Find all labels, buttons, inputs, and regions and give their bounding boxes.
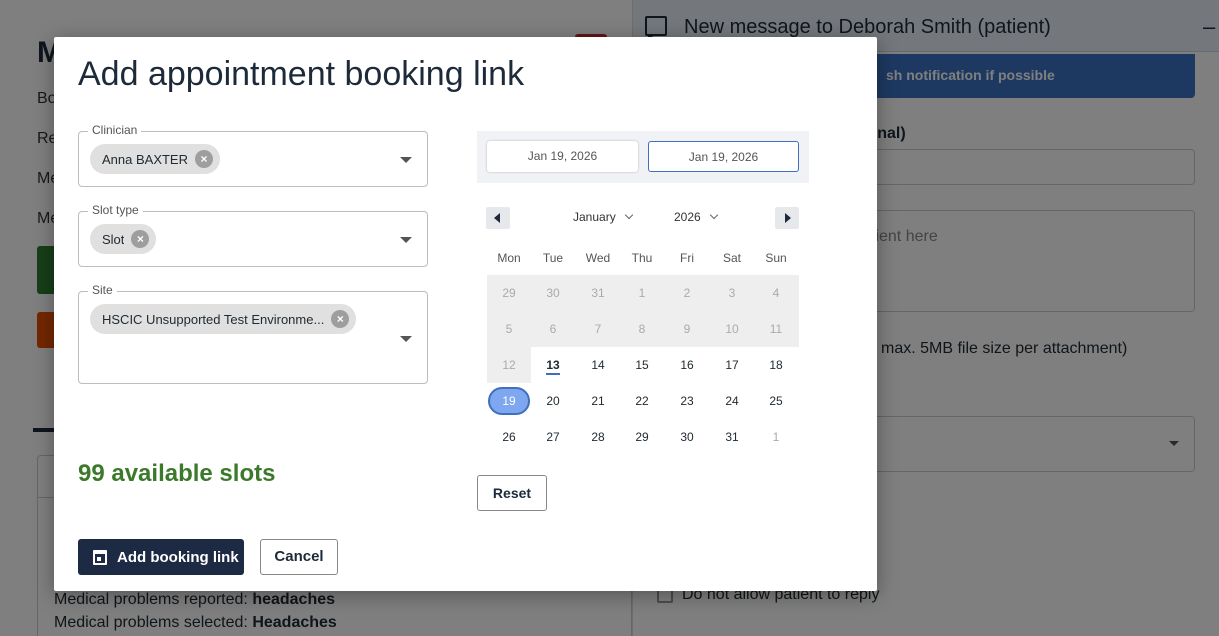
add-booking-link-button[interactable]: Add booking link [78, 539, 244, 575]
calendar-day[interactable]: 30 [665, 419, 709, 455]
weekday-sun: Sun [765, 251, 787, 265]
calendar-day: 11 [769, 322, 783, 336]
calendar-day[interactable]: 27 [531, 419, 575, 455]
site-label: Site [88, 283, 117, 297]
calendar-day[interactable]: 16 [665, 347, 709, 383]
slot-type-select[interactable]: Slot type Slot × [78, 203, 428, 267]
caret-down-icon[interactable] [400, 157, 412, 163]
weekday-tue: Tue [542, 251, 564, 265]
calendar-day: 29 [502, 286, 516, 300]
weekday-wed: Wed [585, 251, 611, 265]
remove-icon[interactable]: × [131, 230, 150, 248]
calendar-day-today[interactable]: 13 [531, 347, 575, 383]
calendar-day: 30 [546, 286, 560, 300]
month-select[interactable]: January [573, 210, 633, 224]
clinician-label: Clinician [88, 123, 142, 137]
weekday-sat: Sat [722, 251, 741, 265]
calendar-day[interactable]: 15 [620, 347, 664, 383]
calendar-day[interactable]: 28 [576, 419, 620, 455]
year-value: 2026 [674, 210, 701, 224]
add-booking-link-label: Add booking link [117, 549, 239, 566]
calendar-day[interactable]: 31 [710, 419, 754, 455]
end-date-input[interactable]: Jan 19, 2026 [648, 141, 799, 172]
slot-type-chip: Slot × [90, 224, 157, 254]
calendar-day: 8 [638, 322, 646, 336]
month-value: January [573, 210, 616, 224]
calendar-day[interactable]: 18 [754, 347, 798, 383]
chevron-down-icon [624, 210, 633, 220]
clinician-chip: Anna BAXTER × [90, 144, 220, 174]
booking-link-dialog: Add appointment booking link Clinician A… [54, 37, 877, 591]
calendar-day[interactable]: 17 [710, 347, 754, 383]
calendar-day: 1 [772, 430, 780, 444]
next-month-button[interactable] [775, 207, 799, 229]
calendar-day: 4 [772, 286, 780, 300]
calendar-icon [93, 550, 107, 565]
calendar-day: 6 [549, 322, 557, 336]
reset-button[interactable]: Reset [477, 475, 547, 511]
cancel-button[interactable]: Cancel [260, 539, 338, 575]
weekday-thu: Thu [631, 251, 653, 265]
available-slots-count: 99 available slots [78, 460, 276, 487]
calendar-day: 9 [683, 322, 691, 336]
calendar-day: 1 [638, 286, 646, 300]
caret-down-icon[interactable] [400, 336, 412, 342]
remove-icon[interactable]: × [331, 310, 350, 328]
clinician-chip-label: Anna BAXTER [102, 151, 188, 167]
slot-type-label: Slot type [88, 203, 143, 217]
weekday-mon: Mon [497, 251, 521, 265]
calendar-day[interactable]: 29 [620, 419, 664, 455]
calendar-day[interactable]: 14 [576, 347, 620, 383]
previous-month-button[interactable] [486, 207, 510, 229]
site-select[interactable]: Site HSCIC Unsupported Test Environme...… [78, 283, 428, 384]
calendar-day[interactable]: 21 [576, 383, 620, 419]
site-chip-label: HSCIC Unsupported Test Environme... [102, 311, 325, 327]
site-chip: HSCIC Unsupported Test Environme... × [90, 304, 357, 334]
calendar-day: 2 [683, 286, 691, 300]
year-select[interactable]: 2026 [674, 210, 718, 224]
remove-icon[interactable]: × [195, 150, 213, 168]
start-date-input[interactable]: Jan 19, 2026 [487, 141, 638, 172]
calendar-day: 7 [594, 322, 602, 336]
calendar-day[interactable]: 20 [531, 383, 575, 419]
clinician-select[interactable]: Clinician Anna BAXTER × [78, 123, 428, 187]
calendar-day: 3 [728, 286, 736, 300]
dialog-title: Add appointment booking link [78, 55, 525, 93]
calendar-day[interactable]: 26 [487, 419, 531, 455]
calendar-day-selected[interactable]: 19 [487, 383, 531, 419]
slot-type-chip-label: Slot [102, 231, 125, 247]
calendar-day: 31 [591, 286, 605, 300]
calendar-day[interactable]: 25 [754, 383, 798, 419]
calendar-day[interactable]: 23 [665, 383, 709, 419]
caret-down-icon[interactable] [400, 237, 412, 243]
weekday-fri: Fri [680, 251, 694, 265]
calendar-day: 5 [505, 322, 513, 336]
calendar-day[interactable]: 24 [710, 383, 754, 419]
calendar-day[interactable]: 22 [620, 383, 664, 419]
chevron-down-icon [709, 210, 718, 220]
calendar-day: 10 [725, 322, 739, 336]
calendar-day: 12 [502, 358, 516, 372]
